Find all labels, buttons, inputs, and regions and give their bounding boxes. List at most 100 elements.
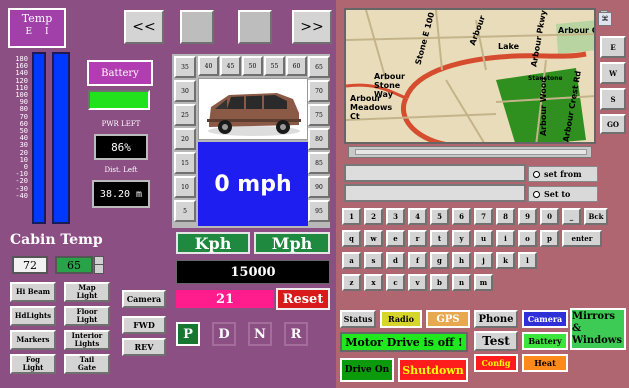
gear-r-button[interactable]: R [284, 322, 308, 346]
nav-slot-1[interactable] [180, 10, 214, 44]
camera-button[interactable]: Camera [122, 290, 166, 308]
config-button[interactable]: Config [474, 354, 518, 372]
key-s[interactable]: s [364, 252, 383, 269]
tail-gate-button[interactable]: Tail Gate [64, 354, 110, 374]
shutdown-button[interactable]: Shutdown [398, 358, 468, 382]
map-view[interactable]: Arbour Stone E 100 Arbour Pkwy Arbour Cr… [344, 8, 596, 144]
camera-nav-button[interactable]: Camera [522, 310, 568, 328]
map-scrollbar[interactable] [348, 146, 592, 158]
key-p[interactable]: p [540, 230, 559, 247]
key-n[interactable]: n [452, 274, 471, 291]
speed-tick: 75 [308, 104, 330, 126]
key-o[interactable]: o [518, 230, 537, 247]
drive-on-button[interactable]: Drive On [340, 358, 394, 382]
key-6[interactable]: 6 [452, 208, 471, 225]
key-9[interactable]: 9 [518, 208, 537, 225]
set-to-option[interactable]: Set to [528, 186, 598, 202]
map-south-button[interactable]: S [600, 88, 626, 110]
cabin-temp-setpoint[interactable]: 65 [55, 256, 93, 274]
key-1[interactable]: 1 [342, 208, 361, 225]
fwd-button[interactable]: FWD [122, 316, 166, 334]
key-j[interactable]: j [474, 252, 493, 269]
radio-button[interactable]: Radio [380, 310, 422, 328]
key-3[interactable]: 3 [386, 208, 405, 225]
key-h[interactable]: h [452, 252, 471, 269]
key-q[interactable]: q [342, 230, 361, 247]
key-b[interactable]: b [430, 274, 449, 291]
gps-button[interactable]: GPS [426, 310, 470, 328]
key-i[interactable]: i [496, 230, 515, 247]
key-u[interactable]: u [474, 230, 493, 247]
headlights-button[interactable]: HdLights [10, 306, 56, 326]
key-g[interactable]: g [430, 252, 449, 269]
nav-slot-2[interactable] [238, 10, 272, 44]
interior-lights-button[interactable]: Interior Lights [64, 330, 110, 350]
key-f[interactable]: f [408, 252, 427, 269]
key-underscore[interactable]: _ [562, 208, 581, 225]
gear-p-button[interactable]: P [176, 322, 200, 346]
key-4[interactable]: 4 [408, 208, 427, 225]
key-5[interactable]: 5 [430, 208, 449, 225]
key-m[interactable]: m [474, 274, 493, 291]
route-to-field[interactable] [344, 184, 526, 202]
battery-level-bar [88, 90, 150, 110]
key-w[interactable]: w [364, 230, 383, 247]
speed-tick: 40 [198, 56, 219, 76]
key-l[interactable]: l [518, 252, 537, 269]
map-east-button[interactable]: E [600, 36, 626, 58]
mirrors-windows-button[interactable]: Mirrors & Windows [570, 308, 626, 350]
fog-light-button[interactable]: Fog Light [10, 354, 56, 374]
key-v[interactable]: v [408, 274, 427, 291]
key-c[interactable]: c [386, 274, 405, 291]
prev-button[interactable]: << [124, 10, 164, 44]
thermometer-bar-i [52, 52, 70, 224]
key-0[interactable]: 0 [540, 208, 559, 225]
hi-beam-button[interactable]: Hi Beam [10, 282, 56, 302]
key-2[interactable]: 2 [364, 208, 383, 225]
map-close-icon[interactable]: ⌘ [598, 12, 612, 26]
key-7[interactable]: 7 [474, 208, 493, 225]
map-light-button[interactable]: Map Light [64, 282, 110, 302]
key-k[interactable]: k [496, 252, 515, 269]
gear-n-button[interactable]: N [248, 322, 272, 346]
speed-tick: 80 [308, 128, 330, 150]
key-8[interactable]: 8 [496, 208, 515, 225]
key-x[interactable]: x [364, 274, 383, 291]
map-go-button[interactable]: GO [600, 114, 626, 134]
cabin-temp-stepper[interactable] [94, 256, 104, 274]
floor-light-button[interactable]: Floor Light [64, 306, 110, 326]
key-enter[interactable]: enter [562, 230, 602, 247]
set-from-option[interactable]: set from [528, 166, 598, 182]
next-button[interactable]: >> [292, 10, 332, 44]
dist-left-label: Dist. Left [104, 166, 138, 174]
status-button[interactable]: Status [340, 310, 376, 328]
test-button[interactable]: Test [474, 331, 518, 351]
dist-left-value: 38.20 m [92, 180, 150, 208]
key-z[interactable]: z [342, 274, 361, 291]
thermometer-bar-e [32, 52, 46, 224]
mph-button[interactable]: Mph [254, 232, 330, 254]
key-e[interactable]: e [386, 230, 405, 247]
battery-nav-button[interactable]: Battery [522, 332, 568, 350]
navigation-panel: Arbour Stone E 100 Arbour Pkwy Arbour Cr… [336, 0, 629, 388]
heat-button[interactable]: Heat [522, 354, 568, 372]
pwr-left-label: PWR LEFT [101, 120, 141, 128]
thermometer-tick: -40 [15, 191, 28, 200]
key-a[interactable]: a [342, 252, 361, 269]
map-west-button[interactable]: W [600, 62, 626, 84]
phone-button[interactable]: Phone [474, 310, 518, 328]
rev-button[interactable]: REV [122, 338, 166, 356]
temp-widget[interactable]: Temp E I [8, 8, 66, 48]
reset-button[interactable]: Reset [276, 288, 330, 310]
key-d[interactable]: d [386, 252, 405, 269]
markers-button[interactable]: Markers [10, 330, 56, 350]
gear-d-button[interactable]: D [212, 322, 236, 346]
speed-tick: 30 [174, 80, 196, 102]
key-t[interactable]: t [430, 230, 449, 247]
key-y[interactable]: y [452, 230, 471, 247]
key-bck[interactable]: Bck [584, 208, 608, 225]
route-from-field[interactable] [344, 164, 526, 182]
key-r[interactable]: r [408, 230, 427, 247]
speed-tick: 10 [174, 176, 196, 198]
kph-button[interactable]: Kph [176, 232, 250, 254]
